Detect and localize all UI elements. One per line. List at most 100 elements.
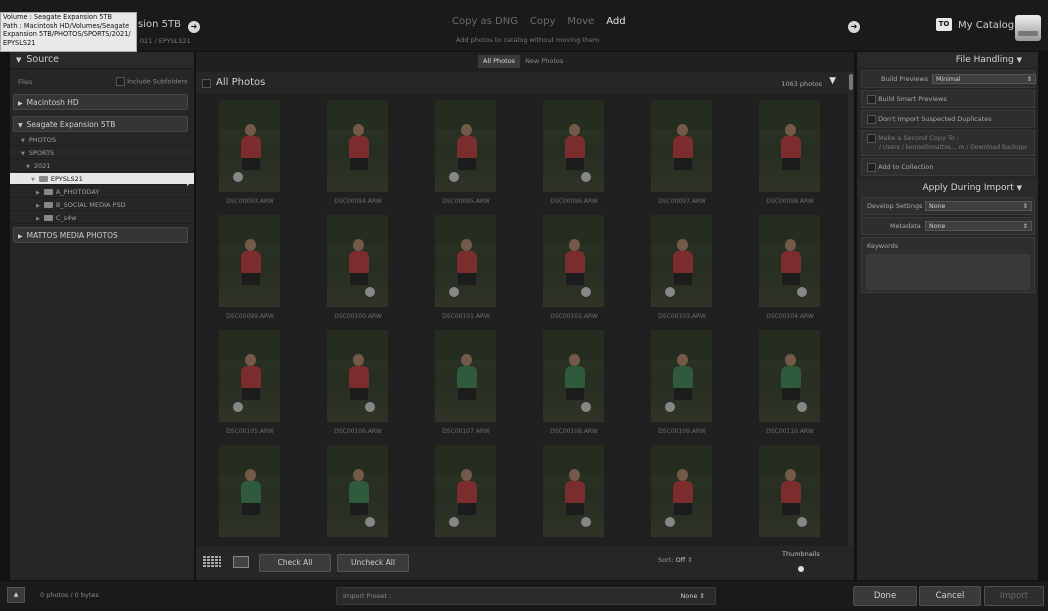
- volume-seagate-expansion[interactable]: ▼ Seagate Expansion 5TB: [13, 116, 188, 132]
- tab-new-photos[interactable]: New Photos: [520, 55, 568, 68]
- check-all-button[interactable]: Check All: [259, 554, 331, 572]
- folder-row[interactable]: ▼ SPORTS: [10, 147, 194, 159]
- thumbnail-size-slider[interactable]: [798, 566, 804, 572]
- photo-cell[interactable]: DSC00104.ARW: [736, 211, 844, 325]
- hard-drive-icon[interactable]: [1015, 15, 1041, 41]
- dont-import-duplicates-row[interactable]: Don't Import Suspected Duplicates: [861, 110, 1035, 128]
- photo-cell[interactable]: DSC00097.ARW: [628, 96, 736, 210]
- photo-thumbnail[interactable]: [435, 100, 496, 192]
- photo-thumbnail[interactable]: [759, 100, 820, 192]
- triangle-down-icon[interactable]: ▼: [21, 135, 25, 147]
- photo-cell[interactable]: DSC00099.ARW: [196, 211, 304, 325]
- add-to-collection-row[interactable]: Add to Collection: [861, 158, 1035, 176]
- mode-copy[interactable]: Copy: [530, 16, 555, 27]
- folder-row[interactable]: ▼ PHOTOS: [10, 134, 194, 146]
- photo-thumbnail[interactable]: [651, 445, 712, 537]
- folder-row[interactable]: ▶ A_PHOTODAY: [10, 186, 194, 198]
- photo-cell[interactable]: DSC00108.ARW: [520, 326, 628, 440]
- photo-thumbnail[interactable]: [219, 330, 280, 422]
- photo-thumbnail[interactable]: [651, 330, 712, 422]
- photo-cell[interactable]: DSC00103.ARW: [628, 211, 736, 325]
- include-subfolders-checkbox[interactable]: Include Subfolders: [116, 77, 187, 86]
- photo-cell[interactable]: [520, 441, 628, 542]
- photo-cell[interactable]: DSC00094.ARW: [304, 96, 412, 210]
- source-volume-name[interactable]: sion 5TB: [138, 19, 181, 30]
- triangle-down-icon[interactable]: ▼: [21, 148, 25, 160]
- uncheck-all-button[interactable]: Uncheck All: [337, 554, 409, 572]
- photo-cell[interactable]: DSC00102.ARW: [520, 211, 628, 325]
- photo-thumbnail[interactable]: [219, 215, 280, 307]
- keywords-input[interactable]: [866, 254, 1030, 290]
- dont-import-duplicates-checkbox[interactable]: [867, 114, 876, 124]
- photo-cell[interactable]: [628, 441, 736, 542]
- photo-thumbnail[interactable]: [327, 330, 388, 422]
- photo-cell[interactable]: DSC00101.ARW: [412, 211, 520, 325]
- photo-thumbnail[interactable]: [327, 215, 388, 307]
- import-preset-control[interactable]: Import Preset : None ⇕: [336, 587, 716, 605]
- mode-copy-as-dng[interactable]: Copy as DNG: [452, 16, 518, 27]
- loupe-view-icon[interactable]: [233, 556, 249, 568]
- photo-cell[interactable]: DSC00105.ARW: [196, 326, 304, 440]
- tab-all-photos[interactable]: All Photos: [478, 55, 521, 68]
- mode-move[interactable]: Move: [567, 16, 594, 27]
- photo-cell[interactable]: [304, 441, 412, 542]
- triangle-down-icon[interactable]: ▼: [26, 161, 30, 173]
- photo-thumbnail[interactable]: [435, 330, 496, 422]
- photo-thumbnail[interactable]: [219, 100, 280, 192]
- photo-thumbnail[interactable]: [759, 445, 820, 537]
- photo-cell[interactable]: [736, 441, 844, 542]
- photo-cell[interactable]: [412, 441, 520, 542]
- photo-cell[interactable]: [196, 441, 304, 542]
- metadata-select[interactable]: None ⇕: [925, 221, 1032, 231]
- volume-macintosh-hd[interactable]: ▶ Macintosh HD: [13, 94, 188, 110]
- file-handling-header[interactable]: File Handling ▼: [857, 52, 1038, 68]
- build-previews-select[interactable]: Minimal ⇕: [932, 74, 1036, 84]
- build-smart-previews-checkbox[interactable]: [867, 94, 876, 104]
- photo-thumbnail[interactable]: [543, 330, 604, 422]
- triangle-down-icon[interactable]: ▼: [829, 76, 836, 86]
- photo-thumbnail[interactable]: [759, 215, 820, 307]
- photo-thumbnail[interactable]: [651, 215, 712, 307]
- triangle-right-icon[interactable]: ▶: [36, 213, 40, 225]
- triangle-up-icon[interactable]: ▲: [7, 587, 25, 603]
- photo-thumbnail[interactable]: [543, 215, 604, 307]
- photo-cell[interactable]: DSC00107.ARW: [412, 326, 520, 440]
- import-button[interactable]: Import: [984, 586, 1044, 606]
- photo-thumbnail[interactable]: [759, 330, 820, 422]
- photo-cell[interactable]: DSC00093.ARW: [196, 96, 304, 210]
- photo-cell[interactable]: DSC00110.ARW: [736, 326, 844, 440]
- done-button[interactable]: Done: [853, 586, 917, 606]
- photo-cell[interactable]: DSC00098.ARW: [736, 96, 844, 210]
- select-all-checkbox[interactable]: [202, 79, 211, 88]
- folder-row[interactable]: ▶ B_SOCIAL MEDIA PSD: [10, 199, 194, 211]
- source-panel-header[interactable]: ▼ Source: [10, 52, 194, 69]
- photo-thumbnail[interactable]: [543, 445, 604, 537]
- second-copy-checkbox[interactable]: [867, 133, 876, 143]
- photo-thumbnail[interactable]: [543, 100, 604, 192]
- triangle-down-icon[interactable]: ▼: [31, 174, 35, 186]
- sort-control[interactable]: Sort: Off ⇕: [658, 556, 693, 564]
- cancel-button[interactable]: Cancel: [919, 586, 981, 606]
- apply-during-import-header[interactable]: Apply During Import ▼: [857, 180, 1038, 196]
- photo-thumbnail[interactable]: [327, 445, 388, 537]
- mode-add[interactable]: Add: [606, 16, 625, 27]
- photo-thumbnail[interactable]: [435, 215, 496, 307]
- triangle-right-icon[interactable]: ▶: [36, 200, 40, 212]
- add-to-collection-checkbox[interactable]: [867, 162, 876, 172]
- photo-thumbnail[interactable]: [651, 100, 712, 192]
- triangle-right-icon[interactable]: ▶: [36, 187, 40, 199]
- volume-mattos-media-photos[interactable]: ▶ MATTOS MEDIA PHOTOS: [13, 227, 188, 243]
- photo-cell[interactable]: DSC00095.ARW: [412, 96, 520, 210]
- grid-scrollbar[interactable]: [848, 72, 854, 548]
- photo-cell[interactable]: DSC00096.ARW: [520, 96, 628, 210]
- grid-view-icon[interactable]: [203, 556, 221, 568]
- build-smart-previews-row[interactable]: Build Smart Previews: [861, 90, 1035, 108]
- photo-thumbnail[interactable]: [219, 445, 280, 537]
- photo-cell[interactable]: DSC00109.ARW: [628, 326, 736, 440]
- photo-thumbnail[interactable]: [327, 100, 388, 192]
- scrollbar-thumb[interactable]: [849, 74, 853, 90]
- folder-row[interactable]: ▶ C_s4w: [10, 212, 194, 224]
- develop-settings-select[interactable]: None ⇕: [925, 201, 1032, 211]
- second-copy-row[interactable]: Make a Second Copy To : / Users / kennet…: [861, 130, 1035, 156]
- photo-thumbnail[interactable]: [435, 445, 496, 537]
